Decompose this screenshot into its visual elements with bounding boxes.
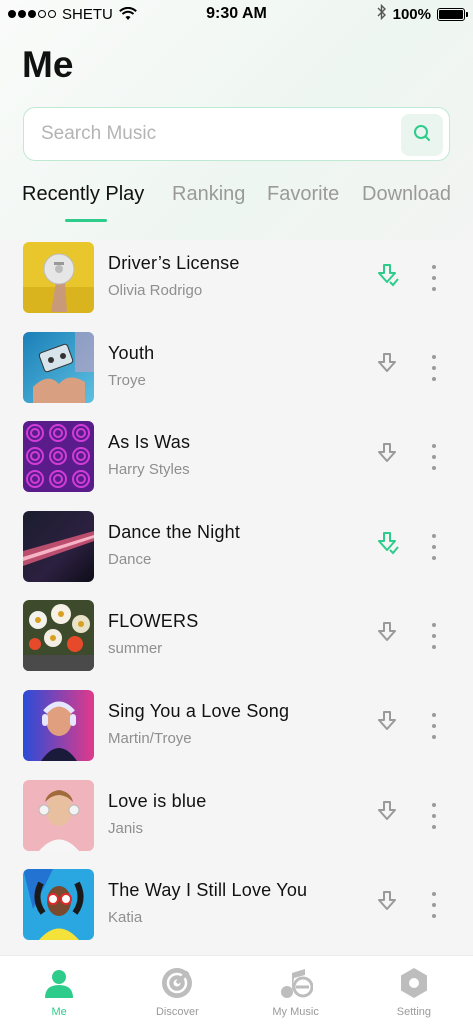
tab-bar-label: Me — [51, 1006, 67, 1018]
song-artist: Troye — [108, 371, 146, 389]
download-icon — [375, 351, 401, 382]
search-bar — [23, 107, 450, 161]
download-icon — [375, 799, 401, 830]
tab-strip: Recently Play Ranking Favorite Download — [22, 183, 462, 223]
song-row[interactable]: FLOWERS summer — [0, 598, 473, 688]
search-icon — [412, 123, 432, 148]
tab-recently-play[interactable]: Recently Play — [22, 183, 172, 223]
song-row[interactable]: The Way I Still Love You Katia — [0, 867, 473, 957]
song-title: Sing You a Love Song — [108, 700, 290, 721]
downloaded-icon — [375, 262, 401, 293]
tab-bar-my-music[interactable]: My Music — [237, 956, 355, 1024]
tab-bar-label: Setting — [396, 1006, 431, 1018]
song-artist: summer — [108, 640, 163, 658]
more-options-button[interactable] — [426, 623, 442, 650]
battery-percent: 100% — [392, 5, 431, 23]
album-cover — [23, 510, 94, 582]
download-button[interactable] — [375, 799, 401, 830]
song-title: As Is Was — [108, 432, 191, 453]
song-title: The Way I Still Love You — [108, 880, 308, 901]
downloaded-button[interactable] — [375, 262, 401, 293]
song-artist: Martin/Troye — [108, 729, 192, 747]
music-note-icon — [279, 966, 313, 1000]
album-cover — [23, 421, 94, 493]
album-cover — [23, 600, 94, 672]
album-cover — [23, 242, 94, 313]
more-options-button[interactable] — [426, 892, 442, 919]
song-list: Driver’s License Olivia Rodrigo Youth Tr… — [0, 240, 473, 957]
song-artist: Dance — [108, 550, 152, 568]
song-title: Youth — [108, 342, 155, 363]
album-cover — [23, 331, 94, 403]
download-icon — [375, 620, 401, 651]
tab-ranking[interactable]: Ranking — [172, 183, 267, 223]
wifi-icon — [119, 7, 137, 21]
download-icon — [375, 441, 401, 472]
more-options-button[interactable] — [426, 265, 442, 291]
person-icon — [42, 966, 76, 1000]
download-button[interactable] — [375, 441, 401, 472]
song-row[interactable]: Youth Troye — [0, 330, 473, 420]
more-options-button[interactable] — [426, 802, 442, 829]
download-button[interactable] — [375, 620, 401, 651]
bottom-tab-bar: Me Discover My Music Setting — [0, 955, 473, 1024]
tab-bar-setting[interactable]: Setting — [355, 956, 473, 1024]
song-row[interactable]: Sing You a Love Song Martin/Troye — [0, 688, 473, 778]
carrier-name: SHETU — [62, 5, 113, 23]
status-bar: SHETU 9:30 AM 100% — [0, 0, 473, 28]
download-icon — [375, 709, 401, 740]
status-left: SHETU — [8, 6, 168, 23]
song-artist: Janis — [108, 819, 144, 837]
search-input[interactable] — [41, 123, 381, 145]
song-title: Driver’s License — [108, 253, 240, 273]
download-icon — [375, 889, 401, 920]
tab-bar-me[interactable]: Me — [0, 956, 118, 1024]
downloaded-button[interactable] — [375, 530, 401, 561]
tab-favorite[interactable]: Favorite — [267, 183, 362, 223]
song-row[interactable]: Dance the Night Dance — [0, 509, 473, 599]
song-artist: Olivia Rodrigo — [108, 282, 203, 299]
tab-bar-label: Discover — [155, 1006, 199, 1018]
album-cover — [23, 779, 94, 851]
status-time: 9:30 AM — [206, 5, 267, 22]
signal-icon — [8, 10, 56, 18]
more-options-button[interactable] — [426, 533, 442, 560]
song-title: Love is blue — [108, 790, 207, 811]
download-button[interactable] — [375, 709, 401, 740]
song-title: Dance the Night — [108, 521, 241, 542]
status-right: 100% — [305, 3, 468, 24]
hexagon-settings-icon — [397, 966, 431, 1000]
more-options-button[interactable] — [426, 444, 442, 471]
battery-icon — [437, 7, 468, 21]
song-row[interactable]: Love is blue Janis — [0, 778, 473, 868]
tab-download[interactable]: Download — [362, 183, 451, 223]
more-options-button[interactable] — [426, 354, 442, 381]
page-title: Me — [22, 44, 74, 85]
song-row[interactable]: Driver’s License Olivia Rodrigo — [0, 240, 473, 330]
bluetooth-icon — [377, 3, 387, 24]
album-cover — [23, 869, 94, 941]
song-title: FLOWERS — [108, 611, 199, 632]
tab-bar-label: My Music — [272, 1006, 319, 1018]
search-button[interactable] — [401, 114, 443, 156]
download-button[interactable] — [375, 351, 401, 382]
more-options-button[interactable] — [426, 712, 442, 739]
song-row[interactable]: As Is Was Harry Styles — [0, 419, 473, 509]
song-artist: Katia — [108, 909, 143, 927]
downloaded-icon — [375, 530, 401, 561]
disc-icon — [160, 966, 194, 1000]
active-tab-indicator — [65, 219, 107, 222]
song-artist: Harry Styles — [108, 461, 190, 479]
album-cover — [23, 689, 94, 761]
tab-bar-discover[interactable]: Discover — [118, 956, 236, 1024]
download-button[interactable] — [375, 889, 401, 920]
